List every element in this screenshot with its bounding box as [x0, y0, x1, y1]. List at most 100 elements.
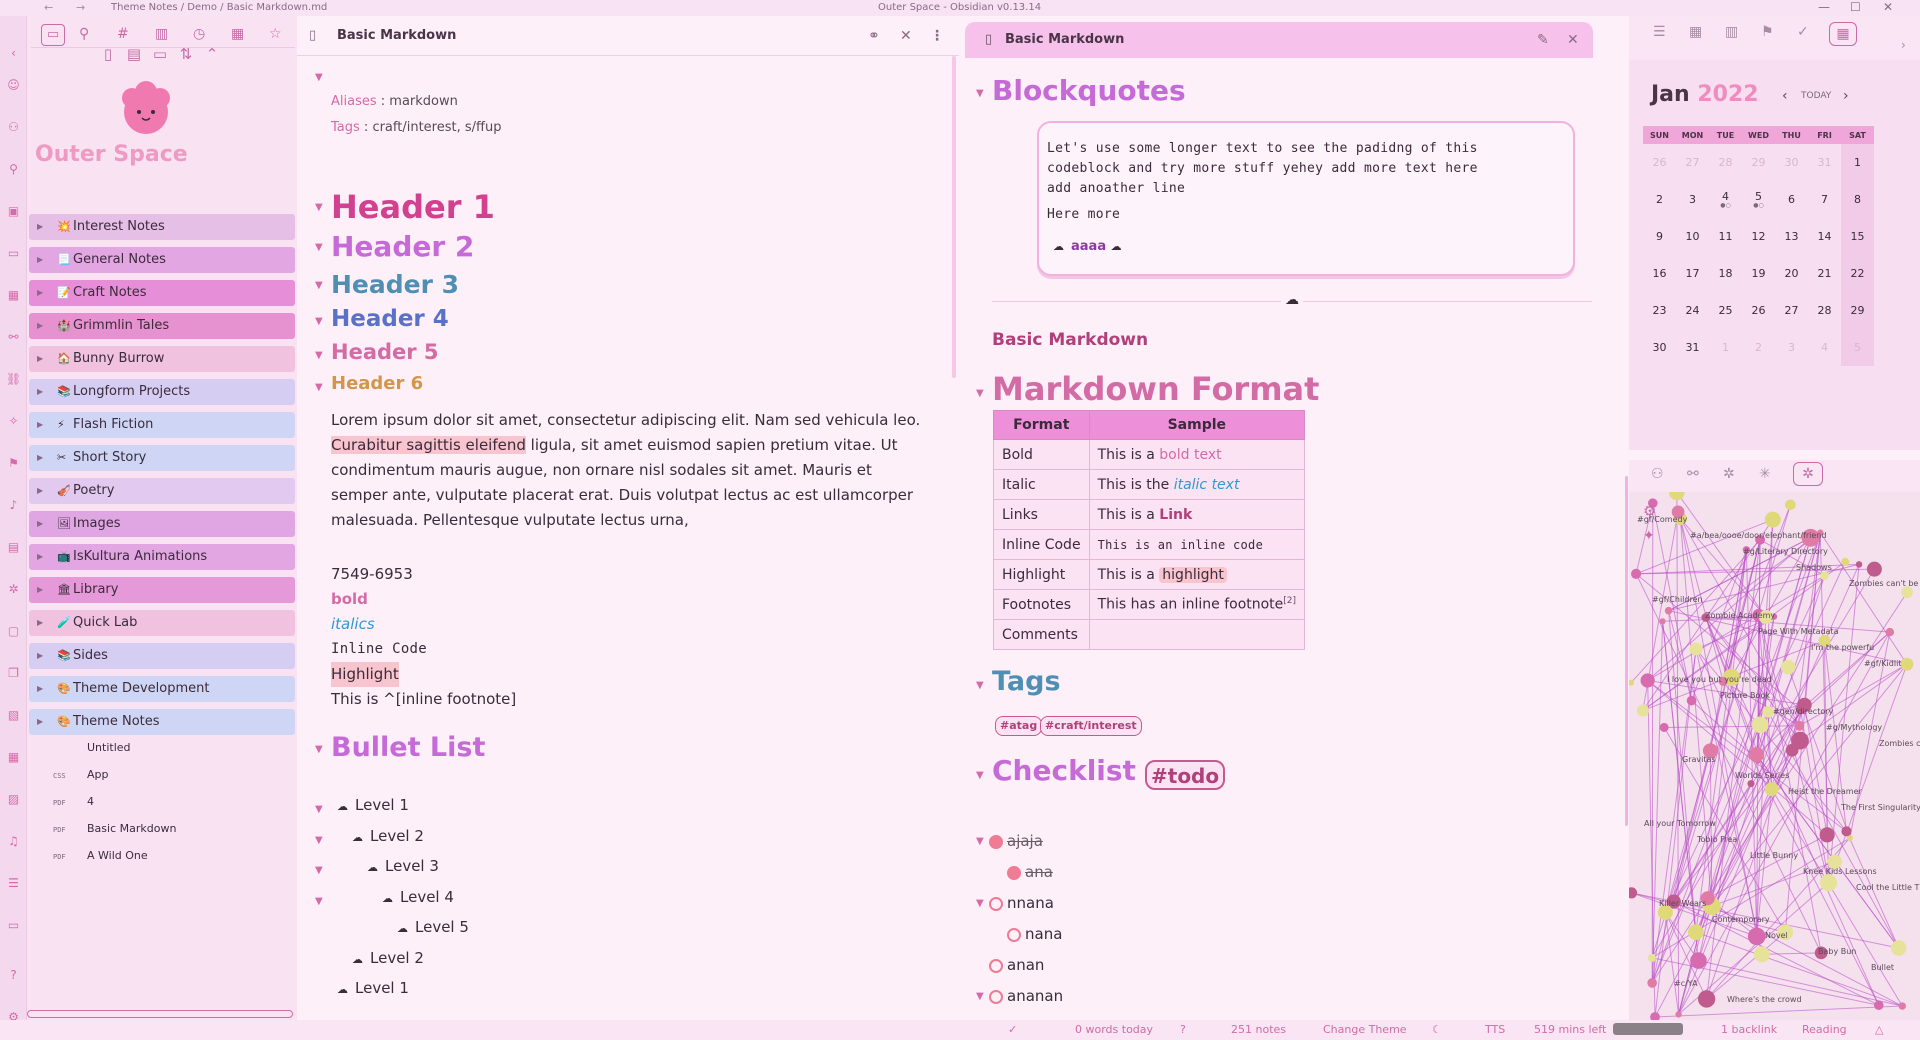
images-icon[interactable]: ▣: [6, 204, 21, 219]
scrollbar[interactable]: [952, 56, 956, 378]
calendar-day[interactable]: 6: [1775, 181, 1808, 218]
clock-icon[interactable]: ◷: [193, 26, 205, 42]
checkbox[interactable]: [989, 958, 1003, 973]
collapse-all-icon[interactable]: ⌃: [201, 44, 223, 64]
basic-markdown-link[interactable]: Basic Markdown: [992, 330, 1148, 350]
calendar-day[interactable]: 20: [1775, 255, 1808, 292]
list-icon[interactable]: ☰: [6, 876, 21, 891]
local-graph-icon[interactable]: ✳: [1759, 466, 1771, 482]
checkbox[interactable]: [989, 896, 1003, 911]
folder-item[interactable]: ▶ ✂ Short Story: [29, 445, 295, 471]
stats-icon[interactable]: ▥: [1725, 24, 1738, 40]
calendar-day[interactable]: 5 ●○: [1742, 181, 1775, 218]
calendar-day[interactable]: 24: [1676, 292, 1709, 329]
folder-item[interactable]: ▶ 🎨 Theme Notes: [29, 709, 295, 735]
change-theme-button[interactable]: Change Theme: [1323, 1023, 1407, 1036]
fold-arrow-icon[interactable]: ▼: [315, 280, 323, 291]
checklist-item[interactable]: ana: [1007, 863, 1053, 881]
folder-item[interactable]: ▶ 💥 Interest Notes: [29, 214, 295, 240]
graph-tab-icon[interactable]: ✲: [1723, 466, 1735, 482]
graph-view[interactable]: #gf/Comedy #a/bea/oooe/door/elephant/frie…: [1629, 492, 1920, 1022]
outgoing-links-icon[interactable]: ⚯: [1687, 466, 1699, 482]
tag-craft-interest[interactable]: #craft/interest: [1040, 716, 1142, 736]
runner-icon[interactable]: ⚑: [6, 456, 21, 471]
help-status-icon[interactable]: ?: [1180, 1023, 1186, 1036]
next-month-icon[interactable]: ›: [1843, 88, 1849, 104]
fold-arrow-icon[interactable]: ▼: [315, 72, 323, 83]
search-icon[interactable]: ⚲: [79, 26, 89, 42]
smiley-icon[interactable]: ☺: [6, 78, 21, 93]
tag-todo[interactable]: #todo: [1145, 760, 1226, 790]
fold-arrow-icon[interactable]: ▼: [976, 770, 984, 781]
tts-button[interactable]: TTS: [1485, 1023, 1505, 1036]
calendar-icon[interactable]: ▦: [6, 288, 21, 303]
pin-icon[interactable]: ⚲: [6, 162, 21, 177]
calendar-day[interactable]: 2: [1643, 181, 1676, 218]
fold-arrow-icon[interactable]: ▼: [315, 202, 323, 213]
calendar-day[interactable]: 5: [1841, 329, 1874, 366]
fold-arrow-icon[interactable]: ▼: [315, 865, 323, 876]
checklist-item[interactable]: anan: [989, 956, 1044, 974]
daily-calendar-icon[interactable]: ▦: [1829, 22, 1857, 46]
calendar-day[interactable]: 3: [1676, 181, 1709, 218]
file-item[interactable]: CSS App: [53, 765, 109, 785]
calendar-day[interactable]: 7: [1808, 181, 1841, 218]
star-icon[interactable]: ✧: [6, 414, 21, 429]
template-icon[interactable]: ▨: [6, 792, 21, 807]
folder-item[interactable]: ▶ 📝 Craft Notes: [29, 280, 295, 306]
calendar-day[interactable]: 28: [1709, 144, 1742, 181]
checklist-item[interactable]: ananan: [989, 987, 1063, 1005]
new-note-icon[interactable]: ▯: [97, 44, 119, 64]
prev-month-icon[interactable]: ‹: [1782, 88, 1788, 104]
terminal-icon[interactable]: ▭: [6, 918, 21, 933]
dark-mode-icon[interactable]: ☾: [1432, 1023, 1442, 1036]
folder-item[interactable]: ▶ 🧪 Quick Lab: [29, 610, 295, 636]
calendar-day[interactable]: 18: [1709, 255, 1742, 292]
new-canvas-icon[interactable]: ▤: [123, 44, 145, 64]
code-link[interactable]: ☁ aaaa ☁: [1053, 239, 1129, 254]
backlinks-icon[interactable]: ⚇: [1651, 466, 1664, 482]
calendar-icon[interactable]: ▦: [1689, 24, 1702, 40]
mic-icon[interactable]: ♫: [6, 834, 21, 849]
table-icon[interactable]: ▤: [6, 540, 21, 555]
calendar-day[interactable]: 25: [1709, 292, 1742, 329]
file-item[interactable]: PDF 4: [53, 792, 94, 812]
calendar-day[interactable]: 9: [1643, 218, 1676, 255]
calendar-day[interactable]: 22: [1841, 255, 1874, 292]
reading-view-icon[interactable]: ⚭: [868, 16, 880, 56]
today-button[interactable]: TODAY: [1801, 91, 1831, 101]
calendar-day[interactable]: 28: [1808, 292, 1841, 329]
fold-arrow-icon[interactable]: ▼: [976, 898, 984, 909]
calendar-day[interactable]: 30: [1643, 329, 1676, 366]
book-icon[interactable]: ▥: [155, 26, 168, 42]
calendar-tab-icon[interactable]: ▦: [231, 26, 244, 42]
calendar-day[interactable]: 4: [1808, 329, 1841, 366]
nodes-icon[interactable]: ⚯: [6, 330, 21, 345]
sidebar-scrollbar[interactable]: [27, 1010, 293, 1018]
checklist-item[interactable]: ajaja: [989, 832, 1043, 850]
checkbox[interactable]: [1007, 865, 1021, 880]
calendar-day[interactable]: 3: [1775, 329, 1808, 366]
fold-arrow-icon[interactable]: ▼: [976, 836, 984, 847]
edit-icon[interactable]: ✎: [1537, 22, 1549, 58]
grid-icon[interactable]: ▦: [6, 750, 21, 765]
split-handle[interactable]: [1629, 450, 1920, 460]
calendar-day[interactable]: 29: [1742, 144, 1775, 181]
folder-item[interactable]: ▶ 📚 Longform Projects: [29, 379, 295, 405]
collapse-right-icon[interactable]: ›: [1901, 38, 1906, 52]
card-icon[interactable]: ▭: [6, 246, 21, 261]
calendar-day[interactable]: 23: [1643, 292, 1676, 329]
pane-divider[interactable]: [959, 16, 965, 1024]
calendar-day[interactable]: 8: [1841, 181, 1874, 218]
speaker-icon[interactable]: ♪: [6, 498, 21, 513]
calendar-day[interactable]: 11: [1709, 218, 1742, 255]
file-item[interactable]: PDF Basic Markdown: [53, 819, 176, 839]
calendar-day[interactable]: 14: [1808, 218, 1841, 255]
fold-arrow-icon[interactable]: ▼: [976, 991, 984, 1002]
graph-view-icon[interactable]: ✲: [1793, 462, 1823, 486]
checkbox[interactable]: [989, 989, 1003, 1004]
close-window-icon[interactable]: ✕: [1883, 0, 1893, 14]
daily-note-icon[interactable]: ▢: [6, 624, 21, 639]
help-icon[interactable]: ?: [6, 968, 21, 983]
calendar-day[interactable]: 16: [1643, 255, 1676, 292]
